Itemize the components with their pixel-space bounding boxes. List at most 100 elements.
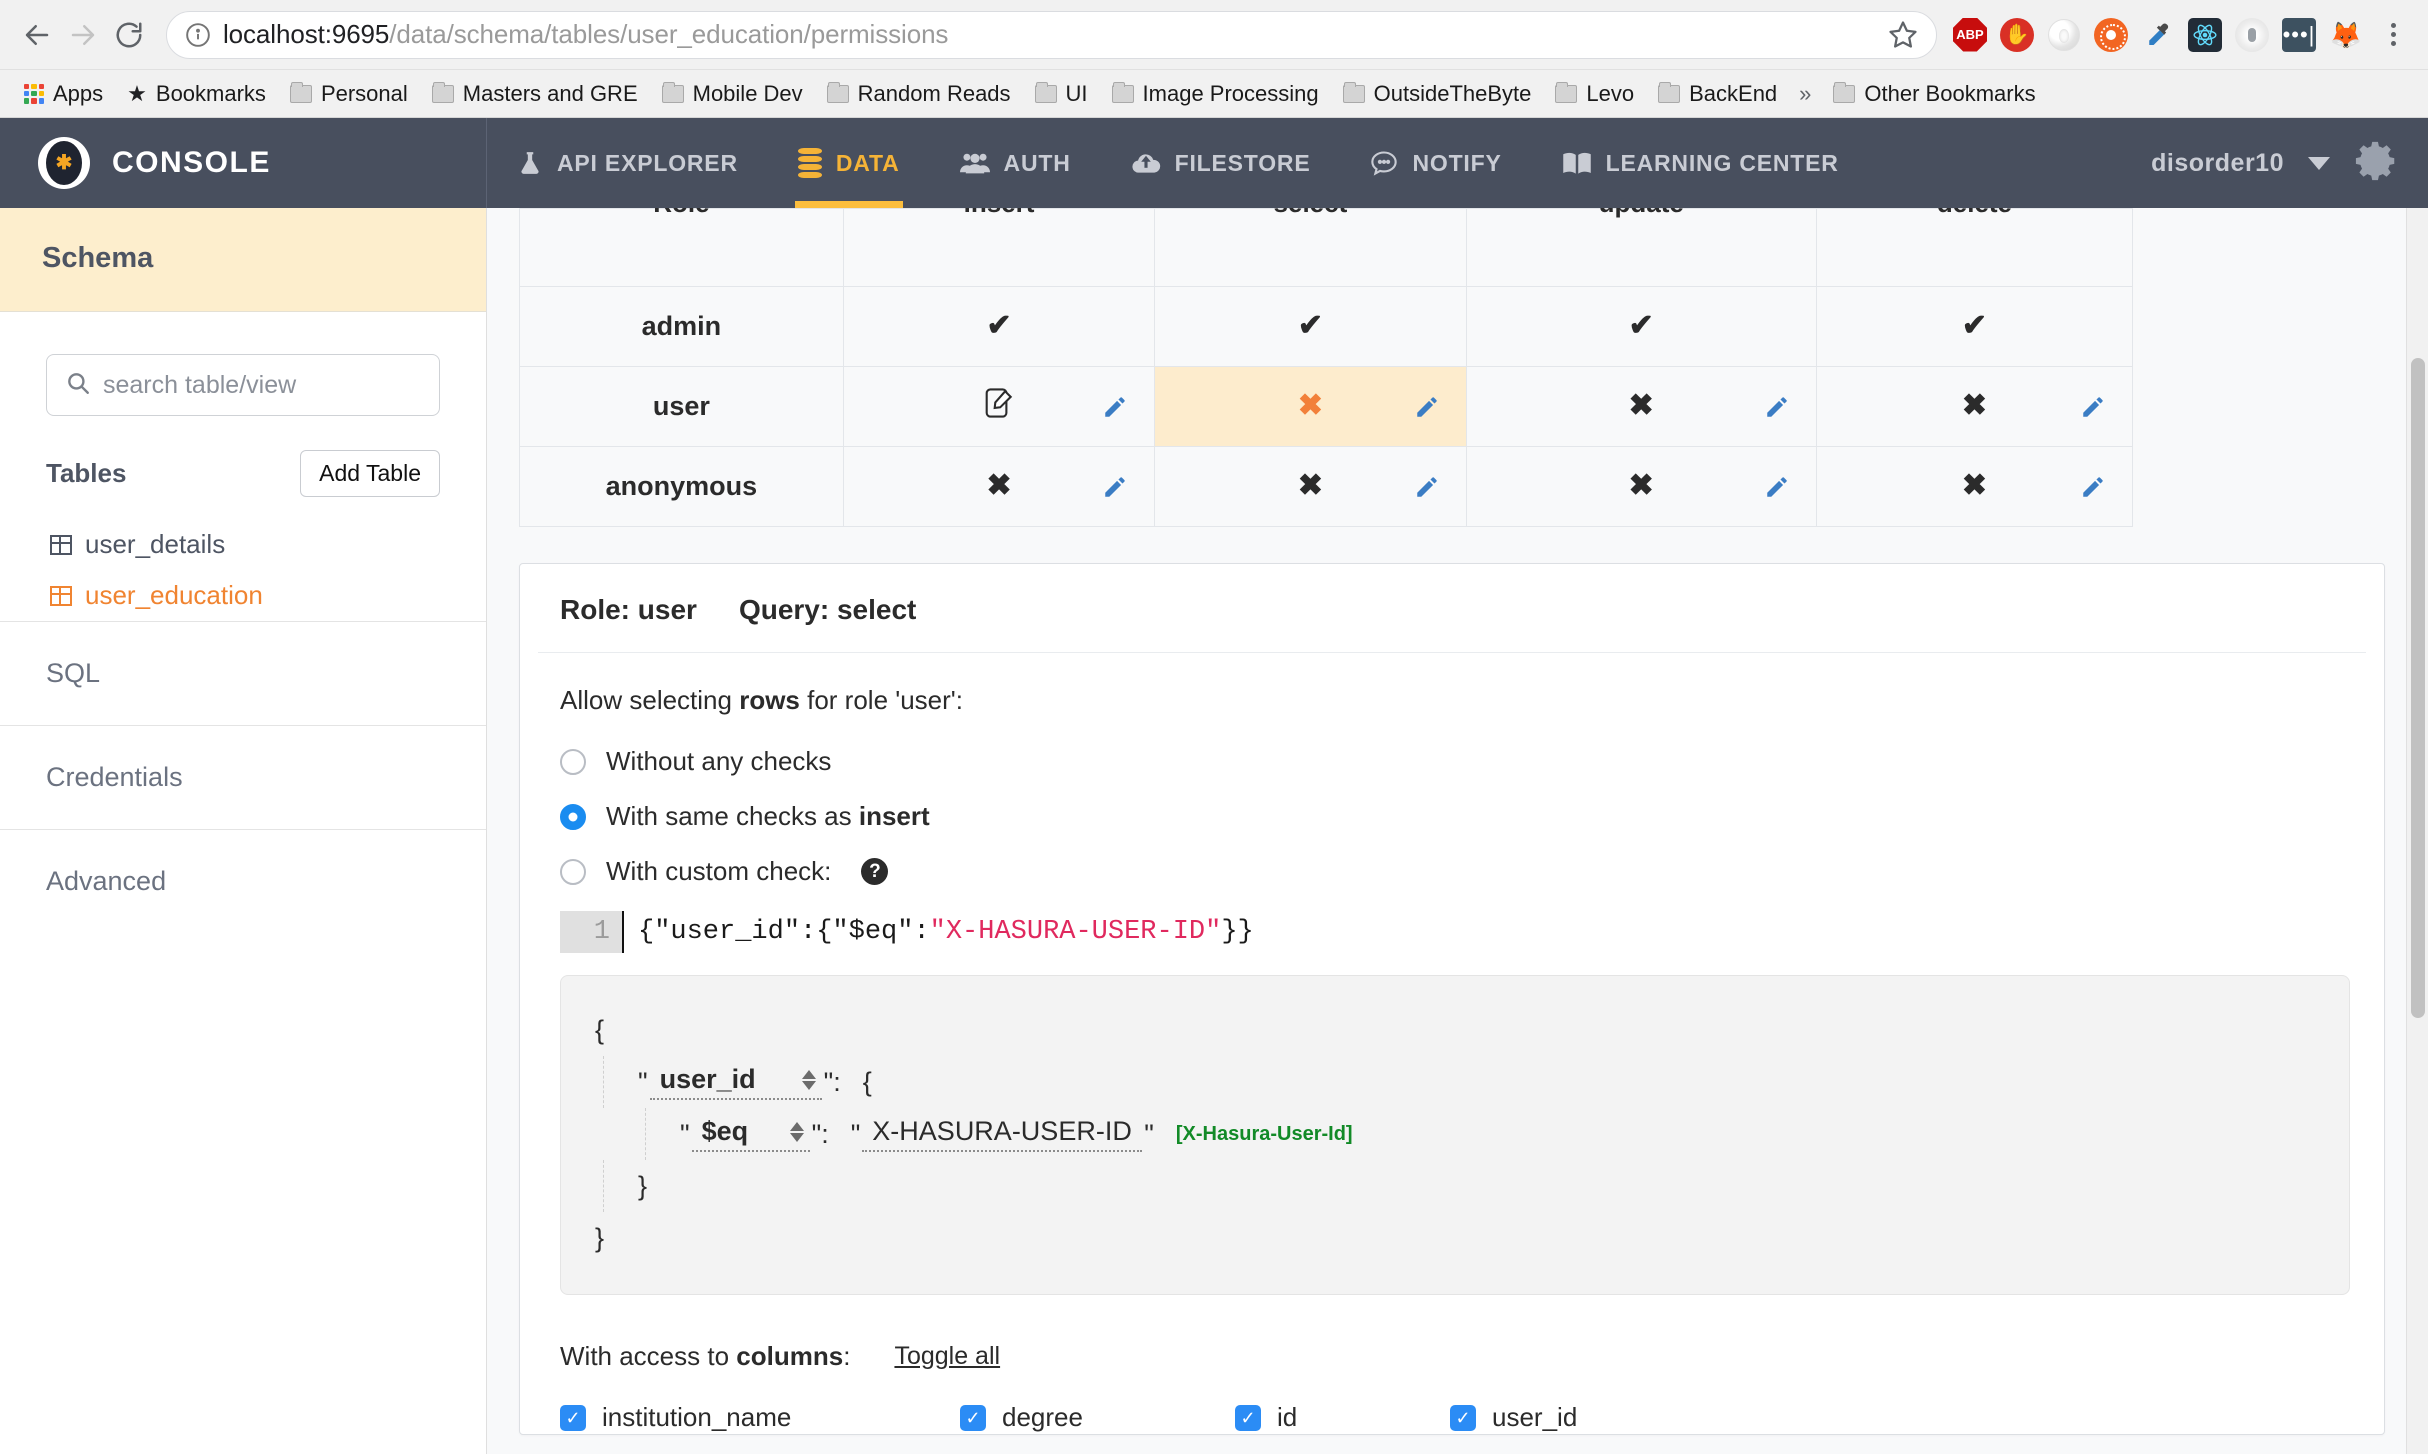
question-mark-icon[interactable]: ? [861,858,889,885]
bookmark-personal[interactable]: Personal [278,75,420,113]
radio-button[interactable] [560,803,586,830]
json-key-select-eq[interactable]: $eq [691,1116,810,1152]
column-checkbox-id[interactable]: ✓ id [1235,1402,1450,1433]
perm-cell-anonymous-delete[interactable]: ✖ [1815,446,2134,527]
sidebar-item-credentials[interactable]: Credentials [0,725,486,829]
bookmark-masters-and-gre[interactable]: Masters and GRE [420,75,650,113]
bookmark-outsidethebyte[interactable]: OutsideTheByte [1331,75,1544,113]
radio-label: With same checks as insert [606,801,930,831]
adblock-extension-icon[interactable]: ✋ [1996,14,2038,56]
bookmarks-overflow-icon[interactable]: » [1789,81,1821,107]
table-item-user-education[interactable]: user_education [50,570,440,621]
bookmark-backend[interactable]: BackEnd [1646,75,1789,113]
sidebar-item-sql[interactable]: SQL [0,621,486,725]
react-devtools-extension-icon[interactable] [2184,14,2226,56]
bookmark-star-icon[interactable] [1888,20,1918,50]
spinner-updown-icon[interactable] [772,1121,804,1142]
bookmark-apps[interactable]: Apps [12,75,115,113]
perm-cell-anonymous-update[interactable]: ✖ [1465,446,1817,527]
address-bar[interactable]: localhost:9695/data/schema/tables/user_e… [166,10,1937,59]
code-line-content[interactable]: {"user_id":{"$eq":"X-HASURA-USER-ID"}} [622,911,1254,953]
podcast-extension-icon[interactable] [2231,14,2273,56]
perm-cell-admin-select[interactable]: ✔ [1154,286,1467,367]
checkbox-checked-icon[interactable]: ✓ [960,1404,986,1431]
nav-item-data[interactable]: DATA [768,118,930,208]
column-checkbox-institution-name[interactable]: ✓ institution_name [560,1402,960,1433]
bookmark-image-processing[interactable]: Image Processing [1100,75,1331,113]
pencil-edit-icon[interactable] [1764,474,1790,500]
radio-button[interactable] [560,858,586,885]
site-info-icon[interactable] [185,22,211,48]
tables-title: Tables [46,458,127,488]
bookmark-other-bookmarks[interactable]: Other Bookmarks [1821,75,2047,113]
table-list: user_details user_education [0,497,486,621]
bookmark-bookmarks[interactable]: ★ Bookmarks [115,75,278,113]
perm-cell-user-select[interactable]: ✖ [1154,366,1467,447]
nav-item-notify[interactable]: NOTIFY [1340,118,1531,208]
pencil-edit-icon[interactable] [1414,474,1440,500]
json-value-input[interactable]: X-HASURA-USER-ID [862,1116,1143,1152]
pencil-edit-icon[interactable] [1764,394,1790,420]
pencil-edit-icon[interactable] [1102,474,1128,500]
nav-item-filestore[interactable]: FILESTORE [1101,118,1341,208]
adblock-plus-extension-icon[interactable]: ABP [1949,14,1991,56]
spinner-updown-icon[interactable] [784,1069,816,1090]
brand-logo-block[interactable]: ✱ CONSOLE [0,118,487,208]
json-quote: " [823,1066,834,1097]
gear-icon[interactable] [2354,138,2400,189]
radio-button[interactable] [560,748,586,775]
back-arrow-icon[interactable] [14,12,60,58]
check-icon: ✔ [986,309,1012,342]
pencil-edit-icon[interactable] [2080,474,2106,500]
checkbox-checked-icon[interactable]: ✓ [1450,1404,1476,1431]
bookmark-random-reads[interactable]: Random Reads [815,75,1023,113]
bookmark-levo[interactable]: Levo [1543,75,1646,113]
toggle-all-link[interactable]: Toggle all [894,1342,1000,1371]
browser-menu-icon[interactable] [2372,14,2414,56]
nav-item-learning-center[interactable]: LEARNING CENTER [1532,118,1869,208]
nav-item-api-explorer[interactable]: API EXPLORER [487,118,768,208]
radio-option-same-checks-as-insert[interactable]: With same checks as insert [560,801,2344,832]
perm-cell-anonymous-insert[interactable]: ✖ [842,446,1156,527]
code-string: "X-HASURA-USER-ID" [929,917,1222,947]
reload-icon[interactable] [106,12,152,58]
firefox-extension-icon[interactable]: 🦊 [2325,14,2367,56]
json-key-select-user-id[interactable]: user_id [649,1064,822,1100]
radio-option-custom-check[interactable]: With custom check: ? [560,856,2344,887]
search-input[interactable] [103,370,421,400]
perm-cell-user-insert[interactable] [842,366,1156,447]
perm-cell-user-update[interactable]: ✖ [1465,366,1817,447]
colorzilla-eyedropper-extension-icon[interactable] [2137,14,2179,56]
address-bar-url[interactable]: localhost:9695/data/schema/tables/user_e… [223,19,1878,50]
page-scrollbar[interactable] [2406,208,2428,1454]
table-item-user-details[interactable]: user_details [50,519,440,570]
perm-cell-admin-insert[interactable]: ✔ [842,286,1156,367]
ublock-extension-icon[interactable] [2090,14,2132,56]
perm-cell-user-delete[interactable]: ✖ [1815,366,2134,447]
bookmark-ui[interactable]: UI [1023,75,1100,113]
perm-cell-admin-delete[interactable]: ✔ [1815,286,2134,367]
column-checkbox-degree[interactable]: ✓ degree [960,1402,1235,1433]
radio-option-without-checks[interactable]: Without any checks [560,746,2344,777]
nav-item-auth[interactable]: AUTH [930,118,1101,208]
bookmark-mobile-dev[interactable]: Mobile Dev [650,75,815,113]
add-table-button[interactable]: Add Table [300,450,440,497]
chevron-down-icon[interactable] [2308,156,2330,170]
folder-icon [661,81,684,103]
column-name: degree [1002,1402,1083,1432]
checkbox-checked-icon[interactable]: ✓ [560,1404,586,1431]
pencil-edit-icon[interactable] [2080,394,2106,420]
checkbox-checked-icon[interactable]: ✓ [1235,1404,1261,1431]
pencil-edit-icon[interactable] [1414,394,1440,420]
column-name: institution_name [602,1402,792,1432]
search-box[interactable] [46,354,440,416]
lastpass-extension-icon[interactable]: •••| [2278,14,2320,56]
scrollbar-thumb[interactable] [2411,358,2425,1018]
sidebar-item-advanced[interactable]: Advanced [0,829,486,933]
perm-cell-admin-update[interactable]: ✔ [1465,286,1817,367]
custom-check-code-editor[interactable]: 1 {"user_id":{"$eq":"X-HASURA-USER-ID"}} [560,911,2344,953]
column-checkbox-user-id[interactable]: ✓ user_id [1450,1402,1577,1433]
pencil-edit-icon[interactable] [1102,394,1128,420]
ghostery-extension-icon[interactable] [2043,14,2085,56]
perm-cell-anonymous-select[interactable]: ✖ [1154,446,1467,527]
